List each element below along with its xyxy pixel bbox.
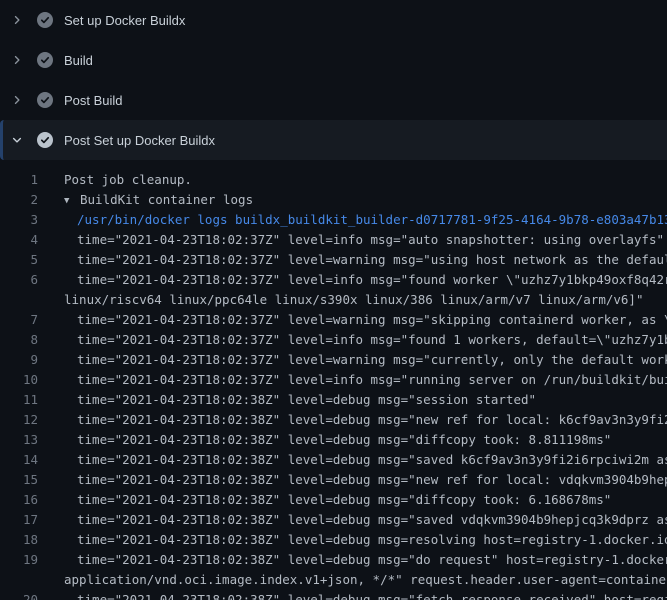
- log-line-number[interactable]: 13: [0, 430, 38, 450]
- log-line-text: time="2021-04-23T18:02:38Z" level=debug …: [38, 390, 536, 410]
- log-line-text: time="2021-04-23T18:02:38Z" level=debug …: [38, 470, 667, 490]
- log-line-number[interactable]: 11: [0, 390, 38, 410]
- log-line-number[interactable]: 6: [0, 270, 38, 290]
- log-line-text: time="2021-04-23T18:02:38Z" level=debug …: [38, 490, 611, 510]
- log-line-text: time="2021-04-23T18:02:37Z" level=info m…: [38, 270, 667, 290]
- chevron-icon: [11, 54, 23, 66]
- log-line-text: time="2021-04-23T18:02:38Z" level=debug …: [38, 410, 667, 430]
- log-line-number: [0, 570, 38, 590]
- check-circle-icon: [37, 132, 53, 148]
- log-line-text: time="2021-04-23T18:02:38Z" level=debug …: [38, 590, 667, 600]
- step-row-post-build[interactable]: Post Build: [0, 80, 667, 120]
- step-label: Build: [64, 53, 93, 68]
- steps-list: Set up Docker Buildx Build P: [0, 0, 667, 160]
- log-line-number[interactable]: 20: [0, 590, 38, 600]
- log-line-text: linux/riscv64 linux/ppc64le linux/s390x …: [38, 290, 643, 310]
- log-line-number[interactable]: 7: [0, 310, 38, 330]
- check-circle-icon: [37, 12, 53, 28]
- log-row: 6 time="2021-04-23T18:02:37Z" level=info…: [0, 270, 667, 290]
- log-row: 8 time="2021-04-23T18:02:37Z" level=info…: [0, 330, 667, 350]
- log-line-number: [0, 290, 38, 310]
- log-line-number[interactable]: 2: [0, 190, 38, 210]
- chevron-icon: [11, 134, 23, 146]
- log-line-number[interactable]: 3: [0, 210, 38, 230]
- log-line-text: time="2021-04-23T18:02:37Z" level=info m…: [38, 330, 667, 350]
- log-line-number[interactable]: 17: [0, 510, 38, 530]
- log-line-text: time="2021-04-23T18:02:37Z" level=warnin…: [38, 310, 667, 330]
- log-group-toggle-icon[interactable]: ▼: [64, 191, 80, 211]
- log-line-number[interactable]: 18: [0, 530, 38, 550]
- log-row: 5 time="2021-04-23T18:02:37Z" level=warn…: [0, 250, 667, 270]
- log-line-text: time="2021-04-23T18:02:37Z" level=warnin…: [38, 250, 667, 270]
- check-circle-icon: [37, 52, 53, 68]
- log-row: application/vnd.oci.image.index.v1+json,…: [0, 570, 667, 590]
- log-line-text: Post job cleanup.: [38, 170, 192, 190]
- log-line-text: time="2021-04-23T18:02:38Z" level=debug …: [38, 430, 611, 450]
- step-row-build[interactable]: Build: [0, 40, 667, 80]
- log-row: 16 time="2021-04-23T18:02:38Z" level=deb…: [0, 490, 667, 510]
- step-row-post-set-up-docker-buildx[interactable]: Post Set up Docker Buildx: [0, 120, 667, 160]
- check-circle-icon: [37, 92, 53, 108]
- log-row: 4 time="2021-04-23T18:02:37Z" level=info…: [0, 230, 667, 250]
- log-lines: 1 Post job cleanup. 2 ▼BuildKit containe…: [0, 160, 667, 600]
- log-line-text: time="2021-04-23T18:02:38Z" level=debug …: [38, 510, 667, 530]
- step-row-set-up-docker-buildx[interactable]: Set up Docker Buildx: [0, 0, 667, 40]
- log-line-number[interactable]: 15: [0, 470, 38, 490]
- log-line-number[interactable]: 14: [0, 450, 38, 470]
- log-row: 15 time="2021-04-23T18:02:38Z" level=deb…: [0, 470, 667, 490]
- log-row: 17 time="2021-04-23T18:02:38Z" level=deb…: [0, 510, 667, 530]
- log-row: 20 time="2021-04-23T18:02:38Z" level=deb…: [0, 590, 667, 600]
- log-row: 14 time="2021-04-23T18:02:38Z" level=deb…: [0, 450, 667, 470]
- log-line-number[interactable]: 4: [0, 230, 38, 250]
- log-row: 1 Post job cleanup.: [0, 170, 667, 190]
- log-line-number[interactable]: 12: [0, 410, 38, 430]
- log-row: 12 time="2021-04-23T18:02:38Z" level=deb…: [0, 410, 667, 430]
- log-line-number[interactable]: 5: [0, 250, 38, 270]
- log-line-number[interactable]: 9: [0, 350, 38, 370]
- log-row: linux/riscv64 linux/ppc64le linux/s390x …: [0, 290, 667, 310]
- log-row: 10 time="2021-04-23T18:02:37Z" level=inf…: [0, 370, 667, 390]
- log-group-header[interactable]: ▼BuildKit container logs: [38, 190, 253, 210]
- chevron-icon: [11, 94, 23, 106]
- log-line-text: time="2021-04-23T18:02:38Z" level=debug …: [38, 530, 667, 550]
- log-line-text: time="2021-04-23T18:02:38Z" level=debug …: [38, 550, 667, 570]
- log-line-number[interactable]: 1: [0, 170, 38, 190]
- log-line-number[interactable]: 8: [0, 330, 38, 350]
- log-row: 7 time="2021-04-23T18:02:37Z" level=warn…: [0, 310, 667, 330]
- log-command-text: /usr/bin/docker logs buildx_buildkit_bui…: [38, 210, 667, 230]
- actions-log-viewer: Set up Docker Buildx Build P: [0, 0, 667, 600]
- log-line-number[interactable]: 16: [0, 490, 38, 510]
- log-row: 13 time="2021-04-23T18:02:38Z" level=deb…: [0, 430, 667, 450]
- step-label: Set up Docker Buildx: [64, 13, 185, 28]
- log-row: 18 time="2021-04-23T18:02:38Z" level=deb…: [0, 530, 667, 550]
- log-line-text: time="2021-04-23T18:02:37Z" level=info m…: [38, 230, 664, 250]
- chevron-icon: [11, 14, 23, 26]
- log-line-text: time="2021-04-23T18:02:37Z" level=warnin…: [38, 350, 667, 370]
- log-row: 2 ▼BuildKit container logs: [0, 190, 667, 210]
- step-label: Post Build: [64, 93, 123, 108]
- log-line-text: time="2021-04-23T18:02:37Z" level=info m…: [38, 370, 667, 390]
- log-line-text: application/vnd.oci.image.index.v1+json,…: [38, 570, 667, 590]
- log-row: 19 time="2021-04-23T18:02:38Z" level=deb…: [0, 550, 667, 570]
- log-line-number[interactable]: 19: [0, 550, 38, 570]
- log-row: 11 time="2021-04-23T18:02:38Z" level=deb…: [0, 390, 667, 410]
- log-line-number[interactable]: 10: [0, 370, 38, 390]
- log-row: 9 time="2021-04-23T18:02:37Z" level=warn…: [0, 350, 667, 370]
- log-line-text: time="2021-04-23T18:02:38Z" level=debug …: [38, 450, 667, 470]
- log-row: 3 /usr/bin/docker logs buildx_buildkit_b…: [0, 210, 667, 230]
- step-label: Post Set up Docker Buildx: [64, 133, 215, 148]
